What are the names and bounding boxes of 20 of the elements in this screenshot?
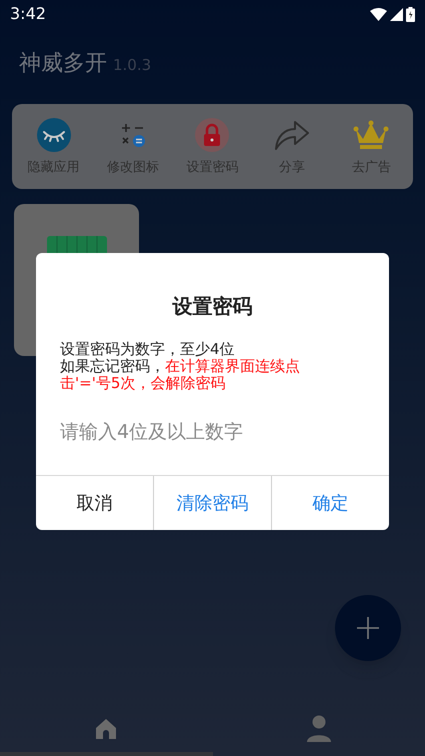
dialog-title: 设置密码 — [171, 293, 254, 320]
wifi-icon — [370, 8, 387, 20]
app-version: 1.0.3 — [113, 55, 152, 76]
calculator-icon — [120, 122, 146, 148]
plus-icon — [357, 617, 379, 639]
dialog-button[interactable]: 清除密码 — [153, 476, 271, 530]
app-title: 神威多开 — [19, 50, 107, 78]
crown-icon — [353, 118, 390, 151]
reset-hint: 如果忘记密码，在计算器界面连续点击'='号5次，会解除密码 — [60, 358, 301, 392]
lock-icon — [194, 116, 230, 153]
dialog-button[interactable]: 确定 — [271, 476, 389, 530]
signal-icon — [390, 8, 403, 20]
closed-eye-icon — [36, 116, 72, 153]
home-icon — [94, 717, 118, 741]
profile-icon — [306, 715, 332, 743]
battery-icon — [406, 6, 415, 22]
password-rule: 设置密码为数字，至少4位 — [60, 341, 236, 358]
password-field[interactable]: 请输入4位及以上数字 — [60, 412, 365, 452]
dialog-button[interactable]: 取消 — [36, 476, 153, 530]
status-time: 3:42 — [10, 3, 46, 25]
